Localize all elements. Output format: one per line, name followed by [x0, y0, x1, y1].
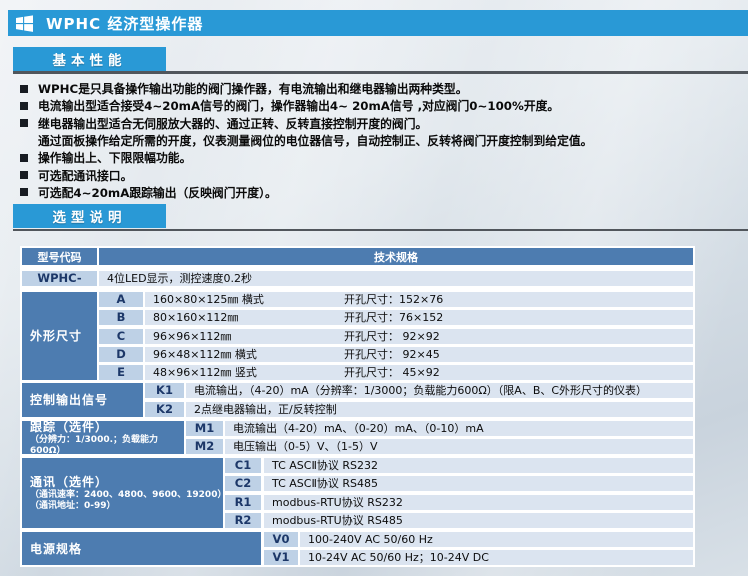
- dimension-text: 80×160×112㎜: [153, 310, 344, 325]
- table-content-cell: 80×160×112㎜开孔尺寸：76×152: [145, 310, 693, 325]
- feature-text: 通过面板操作给定所需的开度，仪表测量阀位的电位器信号，自动控制正、反转将阀门开度…: [38, 132, 592, 149]
- feature-line: 可选配通讯接口。: [20, 166, 735, 183]
- cutout-size-text: 开孔尺寸： 45×92: [344, 365, 440, 380]
- section-header-basic: 基本性能: [13, 47, 166, 71]
- table-code-cell: V1: [264, 550, 298, 565]
- feature-line: 操作输出上、下限限幅功能。: [20, 149, 735, 166]
- table-code-cell: R1: [225, 495, 261, 510]
- group-label-text: 控制输出信号: [30, 391, 108, 408]
- bullet-square-icon: [20, 102, 28, 110]
- bullet-square-icon: [20, 188, 28, 196]
- title-bar: WPHC 经济型操作器: [8, 10, 748, 36]
- table-code-cell: C: [99, 329, 143, 344]
- table-code-cell: B: [99, 310, 143, 325]
- feature-list: WPHC是只具备操作输出功能的阀门操作器，有电流输出和继电器输出两种类型。电流输…: [20, 80, 735, 201]
- table-group-label: 控制输出信号: [22, 383, 143, 417]
- dimension-text: 160×80×125㎜ 横式: [153, 292, 344, 307]
- section-underline: [13, 71, 748, 74]
- feature-text: 继电器输出型适合无伺服放大器的、通过正转、反转直接控制开度的阀门。: [38, 115, 427, 132]
- feature-line: 可选配4~20mA跟踪输出（反映阀门开度）。: [20, 184, 735, 201]
- table-content-cell: TC ASCⅡ协议 RS485: [264, 476, 693, 491]
- table-content-cell: 电流输出，（4-20）mA（分辨率：1/3000；负载能力600Ω）（限A、B、…: [186, 383, 693, 398]
- table-code-cell: K2: [145, 402, 184, 417]
- dimension-text: 96×48×112㎜ 横式: [153, 347, 344, 362]
- group-sublabel-text: （通讯速率：2400、4800、9600、19200）: [30, 490, 223, 501]
- feature-text: 电流输出型适合接受4~20mA信号的阀门，操作器输出4~ 20mA信号 ,对应阀…: [38, 97, 559, 114]
- section-title-selection: 选型说明: [53, 206, 127, 226]
- dimension-text: 48×96×112㎜ 竖式: [153, 365, 344, 380]
- table-content-cell: 10-24V AC 50/60 Hz；10-24V DC: [300, 550, 693, 565]
- model-spec-cell: 4位LED显示，测控速度0.2秒: [99, 271, 693, 286]
- selection-table: 型号代码技术规格WPHC-4位LED显示，测控速度0.2秒外形尺寸A160×80…: [22, 248, 693, 568]
- feature-text: 操作输出上、下限限幅功能。: [38, 149, 191, 166]
- feature-text: 可选配通讯接口。: [38, 167, 132, 184]
- table-code-cell: K1: [145, 383, 184, 398]
- section-title-basic: 基本性能: [53, 49, 127, 69]
- group-label-text: 电源规格: [30, 540, 82, 557]
- table-code-cell: D: [99, 347, 143, 362]
- table-content-cell: 2点继电器输出，正/反转控制: [186, 402, 693, 417]
- feature-text: 可选配4~20mA跟踪输出（反映阀门开度）。: [38, 184, 277, 201]
- table-content-cell: 96×48×112㎜ 横式开孔尺寸： 92×45: [145, 347, 693, 362]
- group-sublabel-text: （分辨力：1/3000.；负载能力600Ω）: [30, 435, 184, 457]
- table-content-cell: modbus-RTU协议 RS485: [264, 513, 693, 528]
- table-code-cell: M2: [186, 439, 223, 454]
- table-header-tech-spec: 技术规格: [99, 248, 693, 265]
- section-header-selection: 选型说明: [13, 204, 166, 228]
- group-sublabel-text: （通讯地址：0-99）: [30, 501, 116, 512]
- table-code-cell: C2: [225, 476, 261, 491]
- table-code-cell: R2: [225, 513, 261, 528]
- feature-line: 电流输出型适合接受4~20mA信号的阀门，操作器输出4~ 20mA信号 ,对应阀…: [20, 97, 735, 114]
- table-content-cell: 48×96×112㎜ 竖式开孔尺寸： 45×92: [145, 365, 693, 380]
- table-content-cell: 电压输出（0-5）V、（1-5）V: [225, 439, 693, 454]
- bullet-square-icon: [20, 171, 28, 179]
- table-group-label: 跟踪（选件）（分辨力：1/3000.；负载能力600Ω）: [22, 421, 184, 454]
- group-label-text: 跟踪（选件）: [30, 418, 108, 435]
- cutout-size-text: 开孔尺寸： 92×92: [344, 329, 440, 344]
- table-content-cell: 100-240V AC 50/60 Hz: [300, 532, 693, 547]
- group-label-text: 通讯（选件）: [30, 473, 108, 490]
- table-header-model-code: 型号代码: [22, 248, 97, 265]
- table-code-cell: C1: [225, 458, 261, 473]
- feature-text: WPHC是只具备操作输出功能的阀门操作器，有电流输出和继电器输出两种类型。: [38, 80, 468, 97]
- page: WPHC 经济型操作器 基本性能 WPHC是只具备操作输出功能的阀门操作器，有电…: [0, 0, 748, 576]
- table-content-cell: modbus-RTU协议 RS232: [264, 495, 693, 510]
- table-code-cell: M1: [186, 421, 223, 436]
- table-code-cell: A: [99, 292, 143, 307]
- cutout-size-text: 开孔尺寸： 92×45: [344, 347, 440, 362]
- table-content-cell: 160×80×125㎜ 横式开孔尺寸：152×76: [145, 292, 693, 307]
- table-code-cell: E: [99, 365, 143, 380]
- cutout-size-text: 开孔尺寸：76×152: [344, 310, 443, 325]
- table-group-label: 通讯（选件）（通讯速率：2400、4800、9600、19200）（通讯地址：0…: [22, 458, 223, 528]
- cutout-size-text: 开孔尺寸：152×76: [344, 292, 443, 307]
- table-code-cell: V0: [264, 532, 298, 547]
- windows-logo-icon: [16, 15, 33, 32]
- section-underline: [13, 229, 748, 232]
- bullet-square-icon: [20, 154, 28, 162]
- table-group-label: 外形尺寸: [22, 292, 97, 380]
- table-content-cell: TC ASCⅡ协议 RS232: [264, 458, 693, 473]
- table-content-cell: 96×96×112㎜开孔尺寸： 92×92: [145, 329, 693, 344]
- page-title: WPHC 经济型操作器: [46, 13, 203, 34]
- table-content-cell: 电流输出（4-20）mA、（0-20）mA、（0-10）mA: [225, 421, 693, 436]
- feature-line: 通过面板操作给定所需的开度，仪表测量阀位的电位器信号，自动控制正、反转将阀门开度…: [38, 132, 735, 149]
- feature-line: WPHC是只具备操作输出功能的阀门操作器，有电流输出和继电器输出两种类型。: [20, 80, 735, 97]
- bullet-square-icon: [20, 119, 28, 127]
- group-label-text: 外形尺寸: [30, 327, 82, 344]
- model-code-cell: WPHC-: [22, 271, 97, 286]
- feature-line: 继电器输出型适合无伺服放大器的、通过正转、反转直接控制开度的阀门。: [20, 115, 735, 132]
- dimension-text: 96×96×112㎜: [153, 329, 344, 344]
- table-group-label: 电源规格: [22, 532, 261, 565]
- bullet-square-icon: [20, 85, 28, 93]
